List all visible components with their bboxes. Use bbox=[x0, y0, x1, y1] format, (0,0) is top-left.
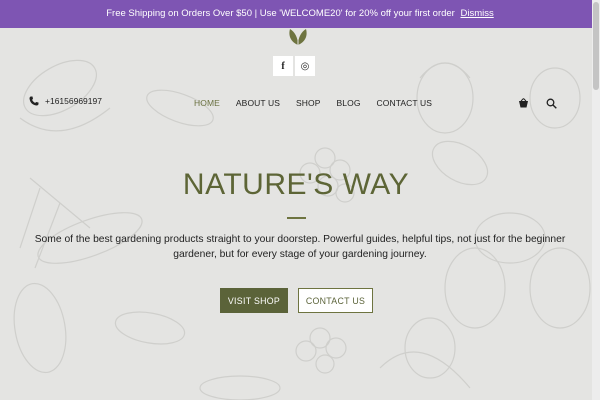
hero-title: NATURE'S WAY bbox=[182, 168, 410, 201]
contact-us-button[interactable]: CONTACT US bbox=[298, 288, 373, 313]
main-nav: HOME ABOUT US SHOP BLOG CONTACT US bbox=[194, 98, 432, 108]
header: +16156969197 HOME ABOUT US SHOP BLOG CON… bbox=[0, 96, 592, 114]
dismiss-link[interactable]: Dismiss bbox=[460, 8, 493, 19]
promo-bar: Free Shipping on Orders Over $50 | Use '… bbox=[0, 0, 600, 28]
nav-contact-us[interactable]: CONTACT US bbox=[377, 98, 432, 108]
phone-contact[interactable]: +16156969197 bbox=[29, 96, 102, 106]
nav-blog[interactable]: BLOG bbox=[337, 98, 361, 108]
title-divider bbox=[287, 217, 306, 219]
nav-about-us[interactable]: ABOUT US bbox=[236, 98, 280, 108]
visit-shop-button[interactable]: VISIT SHOP bbox=[220, 288, 288, 313]
search-icon[interactable] bbox=[546, 98, 557, 109]
instagram-icon[interactable]: ◎ bbox=[295, 56, 315, 76]
scrollbar-thumb[interactable] bbox=[593, 2, 599, 90]
leaf-logo-icon[interactable] bbox=[285, 28, 311, 46]
vegetable-sketch-background bbox=[13, 59, 591, 400]
hero-description: Some of the best gardening products stra… bbox=[34, 234, 566, 260]
facebook-icon[interactable]: f bbox=[273, 56, 293, 76]
phone-icon bbox=[29, 96, 39, 106]
social-links: f ◎ bbox=[273, 56, 315, 76]
promo-text: Free Shipping on Orders Over $50 | Use '… bbox=[106, 8, 455, 19]
nav-home[interactable]: HOME bbox=[194, 98, 220, 108]
phone-number: +16156969197 bbox=[45, 96, 102, 106]
cart-icon[interactable] bbox=[518, 98, 529, 109]
scrollbar[interactable] bbox=[592, 0, 600, 400]
nav-shop[interactable]: SHOP bbox=[296, 98, 321, 108]
